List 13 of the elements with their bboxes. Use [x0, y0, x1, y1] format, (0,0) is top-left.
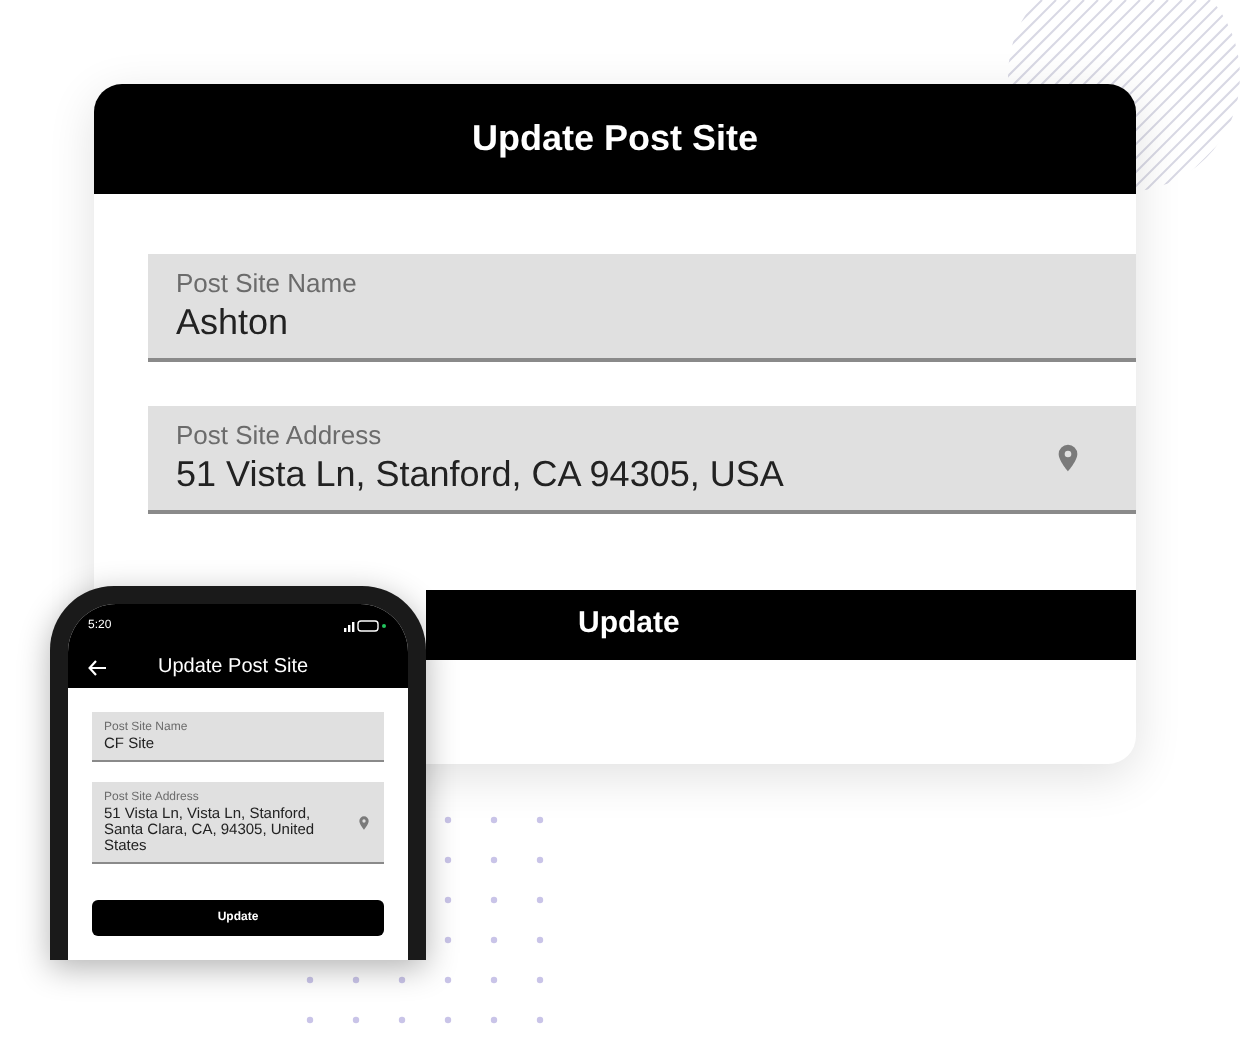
field-label: Post Site Address — [176, 420, 384, 452]
window-title: Update Post Site — [471, 116, 759, 162]
screen-title: Update Post Site — [158, 654, 309, 682]
dot-pattern-drawing — [442, 814, 546, 946]
location-pin-icon — [356, 813, 372, 831]
text-field[interactable]: Post Site Address 51 Vista Ln, Stanford, CA 94305, USA — [148, 406, 1136, 514]
status-icons-icon — [344, 620, 388, 632]
back-arrow-icon[interactable] — [88, 659, 106, 675]
update-button[interactable]: Update — [426, 590, 1136, 660]
text-field[interactable]: Post Site Name Ashton — [148, 254, 1136, 362]
field-value: Ashton — [176, 300, 291, 344]
field-label: Post Site Name — [176, 268, 359, 300]
field-value: 51 Vista Ln, Stanford, CA 94305, USA — [176, 452, 786, 496]
